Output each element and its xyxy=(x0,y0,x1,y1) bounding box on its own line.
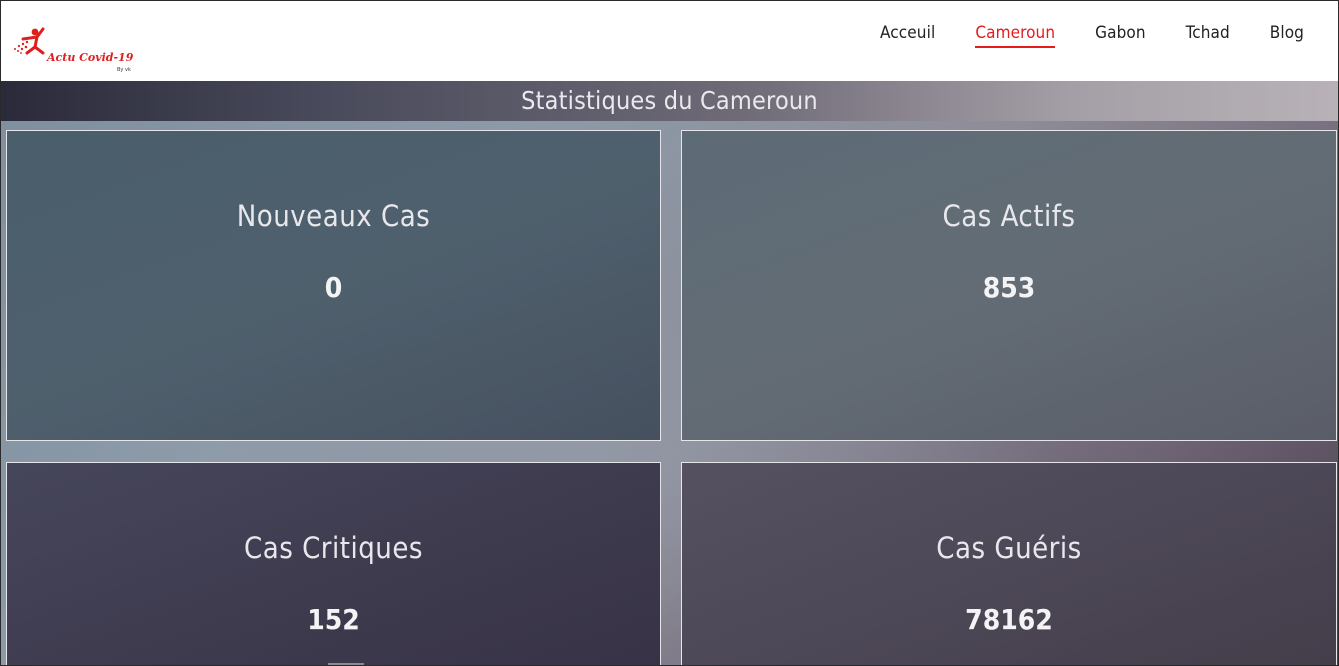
nav-item-blog[interactable]: Blog xyxy=(1270,23,1304,48)
page-title: Statistiques du Cameroun xyxy=(521,86,818,115)
stat-label: Cas Actifs xyxy=(942,199,1076,233)
site-logo[interactable]: Actu Covid-19 By vk xyxy=(13,27,143,75)
nav-item-acceuil[interactable]: Acceuil xyxy=(880,23,935,48)
stat-card-new-cases: Nouveaux Cas 0 xyxy=(6,130,661,441)
logo-subtext: By vk xyxy=(117,67,131,73)
title-bar: Statistiques du Cameroun xyxy=(1,81,1338,121)
nav-item-tchad[interactable]: Tchad xyxy=(1186,23,1230,48)
logo-text: Actu Covid-19 xyxy=(47,51,134,64)
stat-value: 0 xyxy=(324,271,343,304)
stat-label: Nouveaux Cas xyxy=(236,199,431,233)
site-header: Actu Covid-19 By vk Acceuil Cameroun Gab… xyxy=(1,1,1338,81)
nav-item-gabon[interactable]: Gabon xyxy=(1095,23,1146,48)
stat-card-recovered-cases: Cas Guéris 78162 xyxy=(681,462,1337,665)
stat-value: 853 xyxy=(982,271,1036,304)
page: Actu Covid-19 By vk Acceuil Cameroun Gab… xyxy=(0,0,1339,666)
stat-card-critical-cases: Cas Critiques 152 xyxy=(6,462,661,665)
stat-value: 78162 xyxy=(965,603,1053,636)
stat-label: Cas Critiques xyxy=(243,531,423,565)
stat-card-active-cases: Cas Actifs 853 xyxy=(681,130,1337,441)
main-nav: Acceuil Cameroun Gabon Tchad Blog xyxy=(840,23,1304,48)
stat-label: Cas Guéris xyxy=(936,531,1082,565)
stat-value: 152 xyxy=(307,603,360,636)
nav-item-cameroun[interactable]: Cameroun xyxy=(975,23,1056,48)
